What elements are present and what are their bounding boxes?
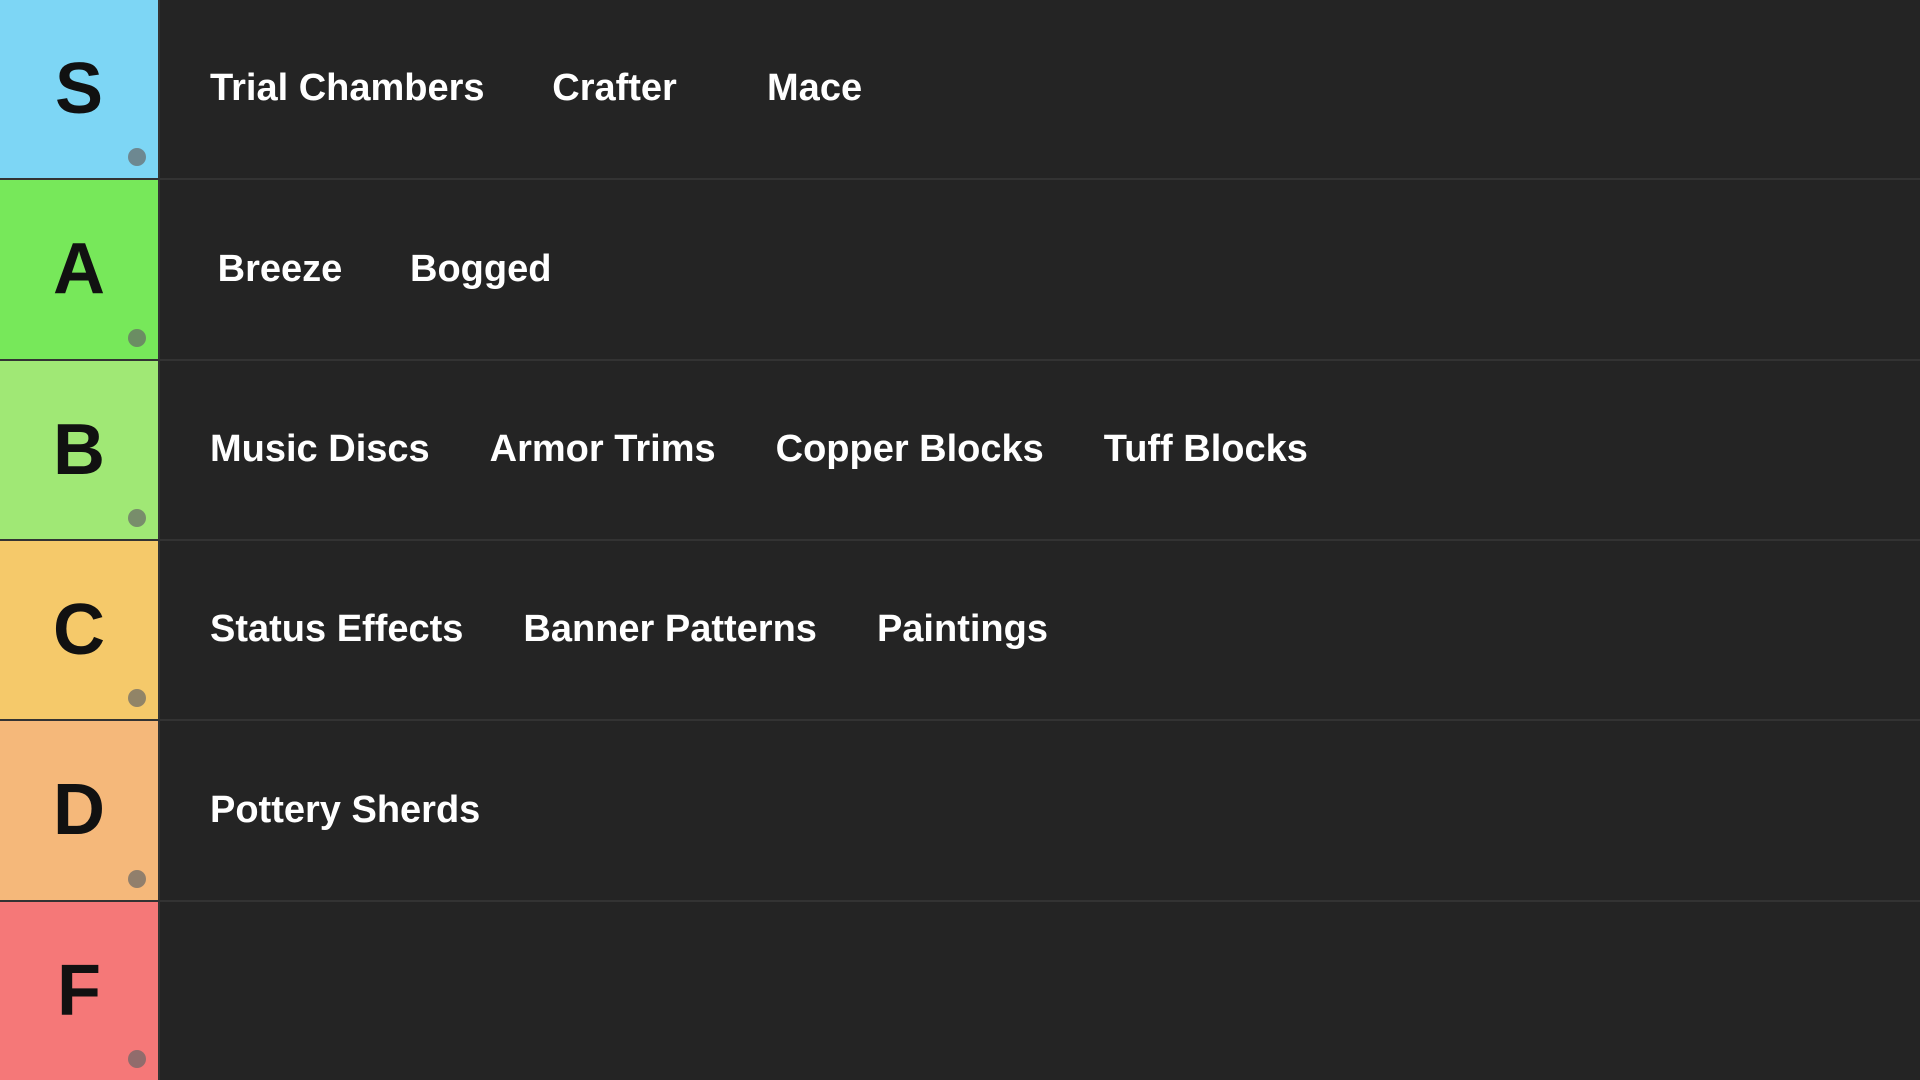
tier-item[interactable]: Banner Patterns bbox=[493, 597, 847, 663]
tier-label-d: D bbox=[0, 721, 160, 899]
tier-item[interactable]: Bogged bbox=[380, 237, 581, 303]
tier-content-c: Status EffectsBanner PatternsPaintings bbox=[160, 541, 1920, 719]
tier-label-b: B bbox=[0, 361, 160, 539]
tier-dot bbox=[128, 689, 146, 707]
tier-content-a: BreezeBogged bbox=[160, 180, 1920, 358]
tier-row-a: A BreezeBogged bbox=[0, 180, 1920, 360]
tier-item[interactable]: Trial Chambers bbox=[180, 56, 515, 122]
tier-content-d: Pottery Sherds bbox=[160, 721, 1920, 899]
tier-label-c: C bbox=[0, 541, 160, 719]
tier-dot bbox=[128, 870, 146, 888]
tier-row-s: S Trial ChambersCrafterMace bbox=[0, 0, 1920, 180]
tier-row-c: C Status EffectsBanner PatternsPaintings bbox=[0, 541, 1920, 721]
tier-item[interactable]: Status Effects bbox=[180, 597, 493, 663]
tier-item[interactable]: Armor Trims bbox=[460, 417, 746, 483]
tier-row-b: B Music DiscsArmor TrimsCopper BlocksTuff… bbox=[0, 361, 1920, 541]
tier-letter-f: F bbox=[57, 950, 101, 1032]
tier-label-s: S bbox=[0, 0, 160, 178]
tier-dot bbox=[128, 1050, 146, 1068]
tier-letter-b: B bbox=[53, 409, 105, 491]
tier-row-d: D Pottery Sherds bbox=[0, 721, 1920, 901]
tier-label-a: A bbox=[0, 180, 160, 358]
tier-item[interactable]: Pottery Sherds bbox=[180, 778, 510, 844]
tier-letter-s: S bbox=[55, 48, 103, 130]
tier-label-f: F bbox=[0, 902, 160, 1080]
tier-letter-a: A bbox=[53, 228, 105, 310]
tier-content-b: Music DiscsArmor TrimsCopper BlocksTuff … bbox=[160, 361, 1920, 539]
tier-content-f bbox=[160, 902, 1920, 1080]
tier-letter-d: D bbox=[53, 769, 105, 851]
tier-dot bbox=[128, 329, 146, 347]
tier-item[interactable]: Mace bbox=[715, 56, 915, 122]
tier-content-s: Trial ChambersCrafterMace bbox=[160, 0, 1920, 178]
tier-item[interactable]: Breeze bbox=[180, 237, 380, 303]
tier-item[interactable]: Paintings bbox=[847, 597, 1078, 663]
tier-item[interactable]: Crafter bbox=[515, 56, 715, 122]
tier-dot bbox=[128, 148, 146, 166]
tier-item[interactable]: Copper Blocks bbox=[746, 417, 1074, 483]
tier-row-f: F bbox=[0, 902, 1920, 1080]
tier-list: STrial ChambersCrafterMaceABreezeBoggedB… bbox=[0, 0, 1920, 1080]
tier-dot bbox=[128, 509, 146, 527]
tier-item[interactable]: Tuff Blocks bbox=[1074, 417, 1338, 483]
tier-item[interactable]: Music Discs bbox=[180, 417, 460, 483]
tier-letter-c: C bbox=[53, 589, 105, 671]
